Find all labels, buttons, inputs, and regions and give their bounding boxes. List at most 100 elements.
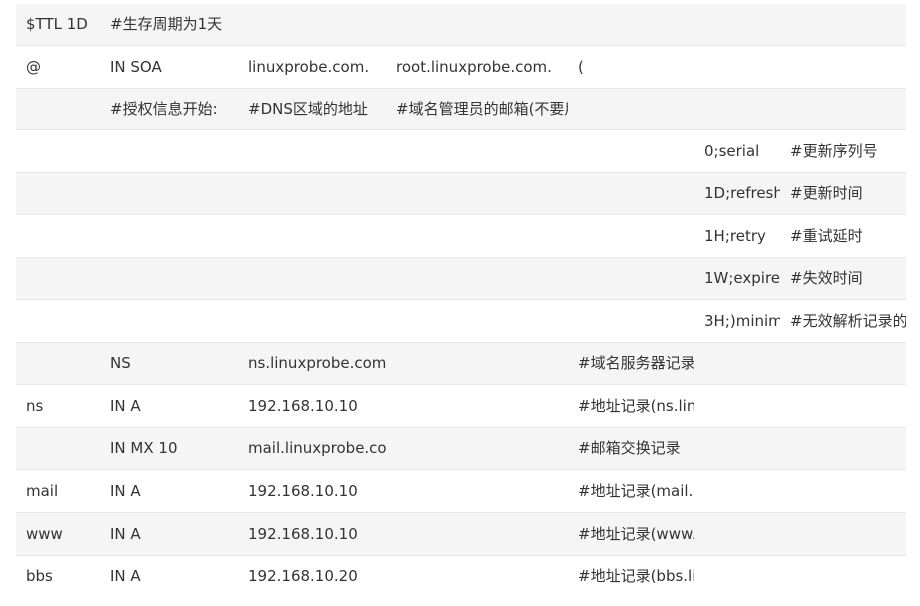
table-cell-soa-comment xyxy=(780,4,906,45)
table-cell-soa-comment: #无效解析记录的缓存时间 xyxy=(790,311,906,330)
table-cell-soa-value: 3H;)minimum xyxy=(704,311,780,330)
table-cell-data xyxy=(238,172,386,214)
table-cell-record-comment: #邮箱交换记录 xyxy=(568,427,694,469)
table-cell-admin-email xyxy=(386,512,568,555)
table-cell-admin-email xyxy=(386,299,568,342)
table-cell-name xyxy=(16,299,100,342)
table-cell-soa-value xyxy=(694,384,780,427)
table-cell-soa-comment xyxy=(780,342,906,384)
table-cell-soa-value: 1H;retry xyxy=(704,226,766,245)
table-row: @ IN SOA linuxprobe.com. root.linuxprobe.co… xyxy=(16,45,906,88)
table-row: ns IN A 192.168.10.10 #地址记录(ns.linuxprobe.c… xyxy=(16,384,906,427)
table-cell-admin-email xyxy=(386,129,568,172)
table-cell-data: mail.linuxprobe.com. xyxy=(238,427,386,469)
table-cell-record-comment: #地址记录(ns.linuxprobe.com.) xyxy=(578,396,694,415)
table-cell-record-comment: #地址记录(mail.linuxprobe.com.) xyxy=(578,481,694,500)
table-cell-data: 192.168.10.20 xyxy=(248,567,358,586)
table-cell-record-comment xyxy=(568,172,694,214)
table-cell-soa-comment: #失效时间 xyxy=(780,257,906,299)
table-cell-type: IN SOA xyxy=(110,57,162,76)
table-cell-admin-email xyxy=(386,214,568,257)
table-cell-soa-comment: #重试延时 xyxy=(790,226,863,245)
table-cell-type xyxy=(100,129,238,172)
table-cell-soa-comment xyxy=(780,45,906,88)
table-cell-soa-value xyxy=(694,555,780,597)
table-cell-record-comment xyxy=(568,299,694,342)
table-cell-name xyxy=(16,129,100,172)
table-cell-soa-comment xyxy=(780,88,906,129)
table-cell-data: #DNS区域的地址 xyxy=(238,88,386,129)
table-cell-soa-comment: #更新序列号 xyxy=(790,141,878,160)
table-cell-soa-comment xyxy=(780,427,906,469)
table-row: 0;serial #更新序列号 xyxy=(16,129,906,172)
table-cell-type xyxy=(100,214,238,257)
table-cell-record-comment xyxy=(568,257,694,299)
table-cell-type xyxy=(100,257,238,299)
table-cell-data xyxy=(238,214,386,257)
table-row: 1W;expire #失效时间 xyxy=(16,257,906,299)
table-cell-type: NS xyxy=(100,342,238,384)
table-cell-record-comment xyxy=(568,4,694,45)
table-cell-name: bbs xyxy=(26,567,53,586)
table-row: 3H;)minimum #无效解析记录的缓存时间 xyxy=(16,299,906,342)
table-row: IN MX 10mail.linuxprobe.com. #邮箱交换记录 xyxy=(16,427,906,469)
table-cell-data: ns.linuxprobe.com. xyxy=(238,342,386,384)
table-cell-admin-email xyxy=(386,384,568,427)
table-cell-name xyxy=(16,214,100,257)
table-row: bbs IN A 192.168.10.20 #地址记录(bbs.linuxprobe… xyxy=(16,555,906,597)
table-cell-data: 192.168.10.10 xyxy=(248,481,358,500)
table-cell-admin-email: #域名管理员的邮箱(不要用@符号) xyxy=(386,88,568,129)
table-cell-record-comment: ( xyxy=(578,57,584,76)
table-cell-record-comment: #域名服务器记录 xyxy=(568,342,694,384)
table-cell-data: 192.168.10.10 xyxy=(238,512,386,555)
table-cell-data xyxy=(238,129,386,172)
table-cell-name xyxy=(16,427,100,469)
table-cell-name xyxy=(16,257,100,299)
table-cell-soa-value xyxy=(694,342,780,384)
table-cell-soa-value xyxy=(694,45,780,88)
table-cell-soa-comment xyxy=(780,555,906,597)
table-cell-data xyxy=(238,299,386,342)
table-cell-record-comment xyxy=(568,214,694,257)
table-cell-soa-comment xyxy=(780,469,906,512)
table-cell-record-comment xyxy=(568,88,694,129)
table-row: $TTL 1D #生存周期为1天 xyxy=(16,4,906,45)
table-row: #授权信息开始:#DNS区域的地址#域名管理员的邮箱(不要用@符号) xyxy=(16,88,906,129)
table-cell-type: IN MX 10 xyxy=(100,427,238,469)
table-cell-soa-value xyxy=(694,469,780,512)
table-cell-type: IN A xyxy=(110,567,141,586)
table-cell-soa-comment xyxy=(780,512,906,555)
table-cell-admin-email xyxy=(386,342,568,384)
table-row: 1D;refresh #更新时间 xyxy=(16,172,906,214)
table-row: NS ns.linuxprobe.com. #域名服务器记录 xyxy=(16,342,906,384)
table-cell-admin-email: root.linuxprobe.com. xyxy=(396,57,552,76)
table-cell-name: ns xyxy=(26,396,44,415)
table-cell-soa-comment: #更新时间 xyxy=(780,172,906,214)
table-cell-soa-comment xyxy=(780,384,906,427)
table-cell-type: IN A xyxy=(110,396,141,415)
table-cell-name: $TTL 1D xyxy=(16,4,100,45)
table-cell-name xyxy=(16,88,100,129)
table-cell-name: @ xyxy=(26,57,41,76)
table-cell-data: 192.168.10.10 xyxy=(248,396,358,415)
table-cell-admin-email xyxy=(386,257,568,299)
dns-zone-table-body: $TTL 1D #生存周期为1天 @ IN SOA linuxprobe.com. roo… xyxy=(16,4,906,597)
table-cell-data: linuxprobe.com. xyxy=(248,57,370,76)
table-cell-type: #生存周期为1天 xyxy=(100,4,238,45)
table-cell-soa-value: 1W;expire xyxy=(694,257,780,299)
table-cell-soa-value xyxy=(694,88,780,129)
table-cell-soa-value xyxy=(694,512,780,555)
table-row: mail IN A 192.168.10.10 #地址记录(mail.linuxpro… xyxy=(16,469,906,512)
table-cell-admin-email xyxy=(386,427,568,469)
table-cell-data xyxy=(238,4,386,45)
table-cell-type xyxy=(100,299,238,342)
table-cell-type: IN A xyxy=(100,512,238,555)
table-cell-record-comment: #地址记录(www.linuxprobe.com.) xyxy=(568,512,694,555)
table-row: 1H;retry #重试延时 xyxy=(16,214,906,257)
table-cell-type: #授权信息开始: xyxy=(100,88,238,129)
table-cell-soa-value: 1D;refresh xyxy=(694,172,780,214)
table-cell-name: www xyxy=(16,512,100,555)
table-cell-record-comment: #地址记录(bbs.linuxprobe.com.) xyxy=(578,567,694,586)
dns-zone-table: $TTL 1D #生存周期为1天 @ IN SOA linuxprobe.com. roo… xyxy=(16,4,906,597)
table-cell-admin-email xyxy=(386,172,568,214)
